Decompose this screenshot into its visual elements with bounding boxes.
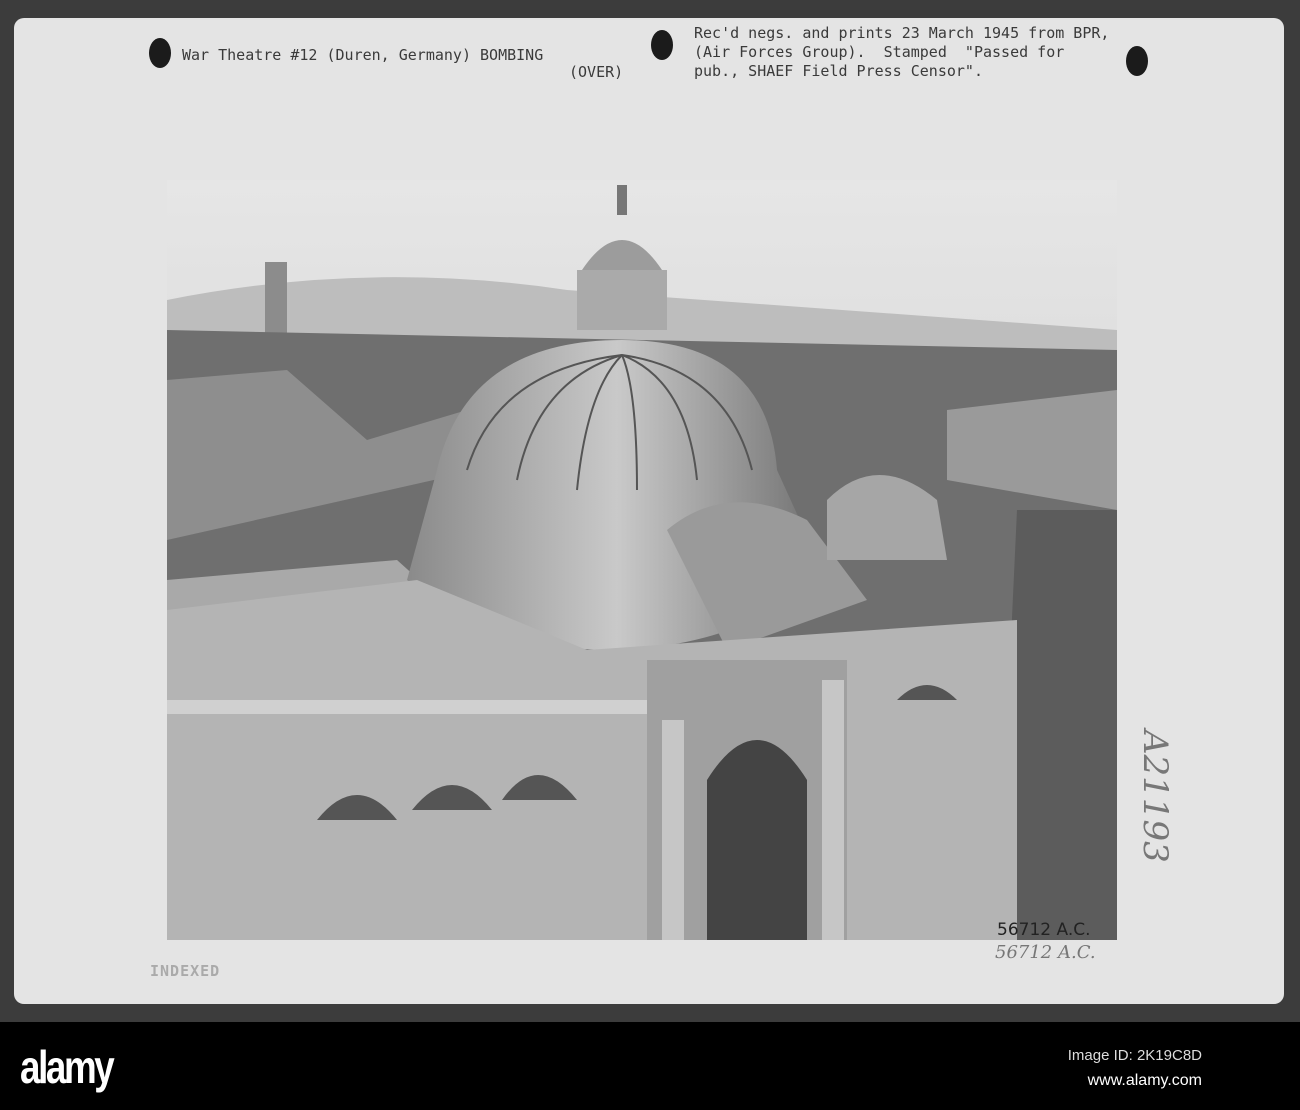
punch-hole	[651, 30, 673, 60]
indexed-stamp: INDEXED	[150, 962, 221, 980]
photograph-bombed-museum-dome: 56712 A.C.	[167, 180, 1117, 940]
caption-over: (OVER)	[569, 63, 624, 81]
caption-line-2: (Air Forces Group). Stamped "Passed for	[694, 43, 1065, 61]
image-id: Image ID: 2K19C8D	[1067, 1047, 1202, 1064]
alamy-logo: alamy	[20, 1041, 115, 1093]
site-url: www.alamy.com	[1087, 1072, 1202, 1089]
caption-line-1: Rec'd negs. and prints 23 March 1945 fro…	[694, 24, 1110, 42]
punch-hole	[149, 38, 171, 68]
handwritten-photo-number: 56712 A.C.	[995, 942, 1096, 963]
handwritten-side-id: A21193	[1135, 730, 1175, 863]
caption-title: War Theatre #12 (Duren, Germany) BOMBING	[182, 46, 544, 64]
printed-photo-number: 56712 A.C.	[997, 920, 1091, 940]
photo-illustration	[167, 180, 1117, 940]
punch-hole	[1126, 46, 1148, 76]
watermark-footer: alamy Image ID: 2K19C8D www.alamy.com	[0, 1022, 1300, 1110]
caption-line-3: pub., SHAEF Field Press Censor".	[694, 62, 983, 80]
